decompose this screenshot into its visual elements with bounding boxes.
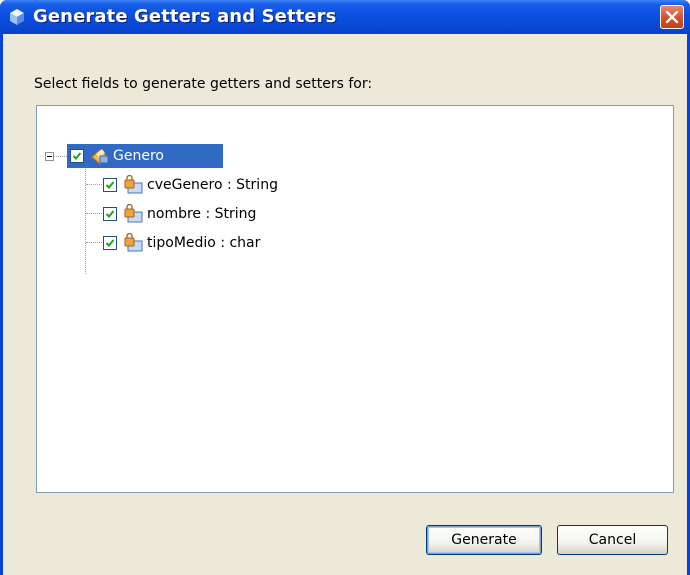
class-icon bbox=[91, 149, 109, 165]
generate-button[interactable]: Generate bbox=[426, 525, 542, 555]
field-checkbox[interactable] bbox=[103, 178, 117, 192]
field-checkbox[interactable] bbox=[103, 236, 117, 250]
tree-connector bbox=[85, 165, 87, 274]
close-icon bbox=[665, 10, 679, 24]
dialog-content: Select fields to generate getters and se… bbox=[3, 34, 687, 575]
checkmark-icon bbox=[72, 152, 82, 160]
root-label: Genero bbox=[113, 148, 164, 164]
instruction-label: Select fields to generate getters and se… bbox=[34, 76, 373, 92]
collapse-toggle[interactable] bbox=[45, 152, 54, 161]
dialog-window: Generate Getters and Setters Select fiel… bbox=[0, 0, 690, 575]
checkmark-icon bbox=[105, 239, 115, 247]
title-bar[interactable]: Generate Getters and Setters bbox=[0, 0, 690, 34]
field-checkbox[interactable] bbox=[103, 207, 117, 221]
tree-connector bbox=[86, 213, 102, 215]
checkmark-icon bbox=[105, 210, 115, 218]
tree-root-row[interactable]: Genero bbox=[67, 144, 167, 168]
cancel-button[interactable]: Cancel bbox=[557, 525, 668, 555]
field-label: nombre : String bbox=[147, 206, 257, 222]
tree-connector bbox=[54, 156, 67, 158]
private-field-icon bbox=[124, 204, 143, 223]
tree-field-row[interactable]: nombre : String bbox=[103, 202, 259, 226]
root-checkbox[interactable] bbox=[70, 149, 84, 163]
netbeans-cube-icon bbox=[10, 9, 24, 25]
field-label: tipoMedio : char bbox=[147, 235, 261, 251]
tree-field-row[interactable]: cveGenero : String bbox=[103, 173, 281, 197]
tree-connector bbox=[86, 242, 102, 244]
checkmark-icon bbox=[105, 181, 115, 189]
close-button[interactable] bbox=[660, 5, 684, 29]
tree-connector bbox=[86, 184, 102, 186]
dialog-title: Generate Getters and Setters bbox=[33, 6, 337, 27]
private-field-icon bbox=[124, 175, 143, 194]
fields-tree[interactable]: Genero cveGenero : String nombre: Strin… bbox=[36, 105, 674, 493]
tree-field-row[interactable]: tipoMedio : char bbox=[103, 231, 263, 255]
field-label: cveGenero : String bbox=[147, 177, 278, 193]
private-field-icon bbox=[124, 233, 143, 252]
